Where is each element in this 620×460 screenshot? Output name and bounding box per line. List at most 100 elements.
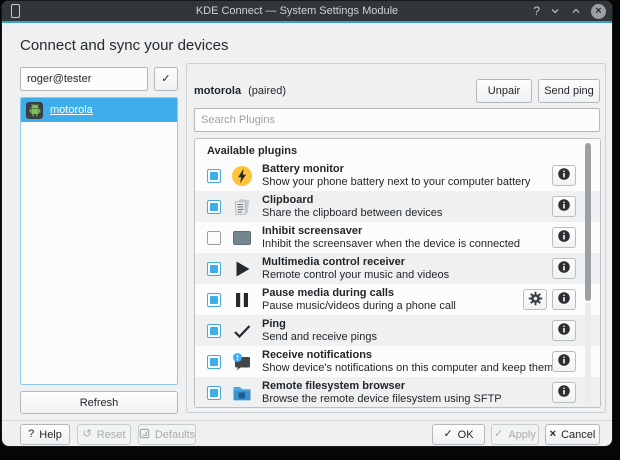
plugin-title: Remote filesystem browser bbox=[262, 379, 406, 392]
help-button[interactable]: ? Help bbox=[20, 424, 70, 445]
search-plugins-input[interactable] bbox=[194, 108, 600, 132]
plugin-description: Share the clipboard between devices bbox=[262, 206, 443, 219]
plugin-settings-button[interactable] bbox=[523, 289, 547, 310]
plugin-row-buttons bbox=[552, 227, 576, 248]
defaults-button[interactable]: Defaults bbox=[138, 424, 196, 445]
window-title: KDE Connect — System Settings Module bbox=[195, 5, 399, 17]
info-icon bbox=[557, 353, 571, 370]
kde-connect-window: KDE Connect — System Settings Module ? ×… bbox=[1, 0, 613, 447]
plugin-texts: Ping Send and receive pings bbox=[262, 318, 552, 344]
ok-check-icon: ✓ bbox=[443, 428, 453, 440]
apply-label: Apply bbox=[508, 428, 536, 441]
plugin-title: Receive notifications bbox=[262, 348, 373, 361]
check-icon bbox=[230, 319, 254, 343]
plugin-info-button[interactable] bbox=[552, 227, 576, 248]
notification-icon bbox=[230, 350, 254, 374]
info-icon bbox=[557, 167, 571, 184]
scrollbar-track[interactable] bbox=[585, 303, 591, 403]
minimize-icon[interactable] bbox=[549, 5, 561, 17]
plugin-row: Remote filesystem browser Browse the remo… bbox=[195, 377, 600, 407]
plugin-row: Ping Send and receive pings bbox=[195, 315, 600, 346]
send-ping-label: Send ping bbox=[544, 85, 594, 97]
paired-status-label: (paired) bbox=[248, 85, 287, 97]
device-list-item-motorola[interactable]: motorola bbox=[21, 98, 177, 122]
ok-button[interactable]: ✓ OK bbox=[432, 424, 485, 445]
help-label: Help bbox=[39, 428, 62, 441]
device-list[interactable]: motorola bbox=[20, 97, 178, 385]
plugin-texts: Remote filesystem browser Browse the remo… bbox=[262, 380, 552, 406]
plugin-info-button[interactable] bbox=[552, 165, 576, 186]
plugin-enabled-checkbox[interactable] bbox=[207, 199, 221, 214]
screen: KDE Connect — System Settings Module ? ×… bbox=[0, 0, 620, 460]
help-icon: ? bbox=[28, 428, 35, 440]
plugin-info-button[interactable] bbox=[552, 382, 576, 403]
accept-name-button[interactable]: ✓ bbox=[154, 67, 178, 91]
plugin-texts: Inhibit screensaver Inhibit the screensav… bbox=[262, 225, 552, 251]
titlebar-help-icon[interactable]: ? bbox=[533, 5, 540, 17]
plugin-row: Pause media during calls Pause music/vide… bbox=[195, 284, 600, 315]
active-window-accent-line bbox=[2, 21, 612, 23]
plugin-info-button[interactable] bbox=[552, 320, 576, 341]
apply-button[interactable]: ✓ Apply bbox=[491, 424, 539, 445]
defaults-label: Defaults bbox=[154, 428, 196, 441]
scrollbar-thumb[interactable] bbox=[585, 143, 591, 301]
plugin-info-button[interactable] bbox=[552, 351, 576, 372]
unpair-label: Unpair bbox=[487, 85, 521, 97]
close-icon[interactable]: × bbox=[591, 3, 606, 19]
cancel-button[interactable]: × Cancel bbox=[545, 424, 600, 445]
plugin-info-button[interactable] bbox=[552, 289, 576, 310]
phone-app-icon bbox=[11, 4, 20, 18]
device-id-input[interactable] bbox=[20, 67, 148, 91]
refresh-button[interactable]: Refresh bbox=[20, 391, 178, 414]
plugin-title: Ping bbox=[262, 317, 286, 330]
screensaver-icon bbox=[230, 226, 254, 250]
plugin-row-buttons bbox=[552, 165, 576, 186]
plugin-enabled-checkbox[interactable] bbox=[207, 354, 221, 369]
reset-label: Reset bbox=[96, 428, 126, 441]
battery-icon bbox=[230, 164, 254, 188]
plugin-description: Browse the remote device filesystem usin… bbox=[262, 392, 502, 405]
plugin-info-button[interactable] bbox=[552, 196, 576, 217]
plugin-row: Battery monitor Show your phone battery n… bbox=[195, 160, 600, 191]
plugin-list-frame: Available plugins Battery monitor Show yo… bbox=[194, 138, 601, 408]
plugin-description: Inhibit the screensaver when the device … bbox=[262, 237, 521, 250]
plugin-texts: Multimedia control receiver Remote contro… bbox=[262, 256, 552, 282]
folder-icon bbox=[230, 381, 254, 405]
plugin-title: Pause media during calls bbox=[262, 286, 395, 299]
titlebar[interactable]: KDE Connect — System Settings Module ? × bbox=[2, 1, 612, 21]
info-icon bbox=[557, 322, 571, 339]
ok-label: OK bbox=[457, 428, 474, 441]
plugin-row: Clipboard Share the clipboard between dev… bbox=[195, 191, 600, 222]
info-icon bbox=[557, 229, 571, 246]
plugin-texts: Receive notifications Show device's notif… bbox=[262, 349, 552, 375]
plugin-row: Receive notifications Show device's notif… bbox=[195, 346, 600, 377]
plugin-row: Inhibit screensaver Inhibit the screensav… bbox=[195, 222, 600, 253]
plugin-description: Pause music/videos during a phone call bbox=[262, 299, 456, 312]
reset-button[interactable]: ↺ Reset bbox=[77, 424, 131, 445]
info-icon bbox=[557, 384, 571, 401]
available-plugins-header: Available plugins bbox=[207, 145, 298, 157]
play-icon bbox=[230, 257, 254, 281]
selected-device-name: motorola bbox=[194, 85, 242, 97]
unpair-button[interactable]: Unpair bbox=[476, 79, 532, 103]
pause-icon bbox=[230, 288, 254, 312]
plugin-row-buttons bbox=[523, 289, 576, 310]
send-ping-button[interactable]: Send ping bbox=[538, 79, 600, 103]
apply-check-icon: ✓ bbox=[494, 428, 504, 440]
plugin-enabled-checkbox[interactable] bbox=[207, 261, 221, 276]
plugin-info-button[interactable] bbox=[552, 258, 576, 279]
cancel-label: Cancel bbox=[561, 428, 596, 441]
plugin-title: Battery monitor bbox=[262, 162, 344, 175]
maximize-icon[interactable] bbox=[570, 5, 582, 17]
plugin-enabled-checkbox[interactable] bbox=[207, 292, 221, 307]
plugin-enabled-checkbox[interactable] bbox=[207, 323, 221, 338]
plugin-description: Show your phone battery next to your com… bbox=[262, 175, 531, 188]
undo-icon: ↺ bbox=[82, 428, 92, 440]
device-name-label: motorola bbox=[50, 104, 93, 116]
plugin-title: Multimedia control receiver bbox=[262, 255, 406, 268]
plugin-row: Multimedia control receiver Remote contro… bbox=[195, 253, 600, 284]
plugin-enabled-checkbox[interactable] bbox=[207, 385, 221, 400]
plugin-enabled-checkbox[interactable] bbox=[207, 168, 221, 183]
plugin-enabled-checkbox[interactable] bbox=[207, 230, 221, 245]
plugin-row-buttons bbox=[552, 258, 576, 279]
